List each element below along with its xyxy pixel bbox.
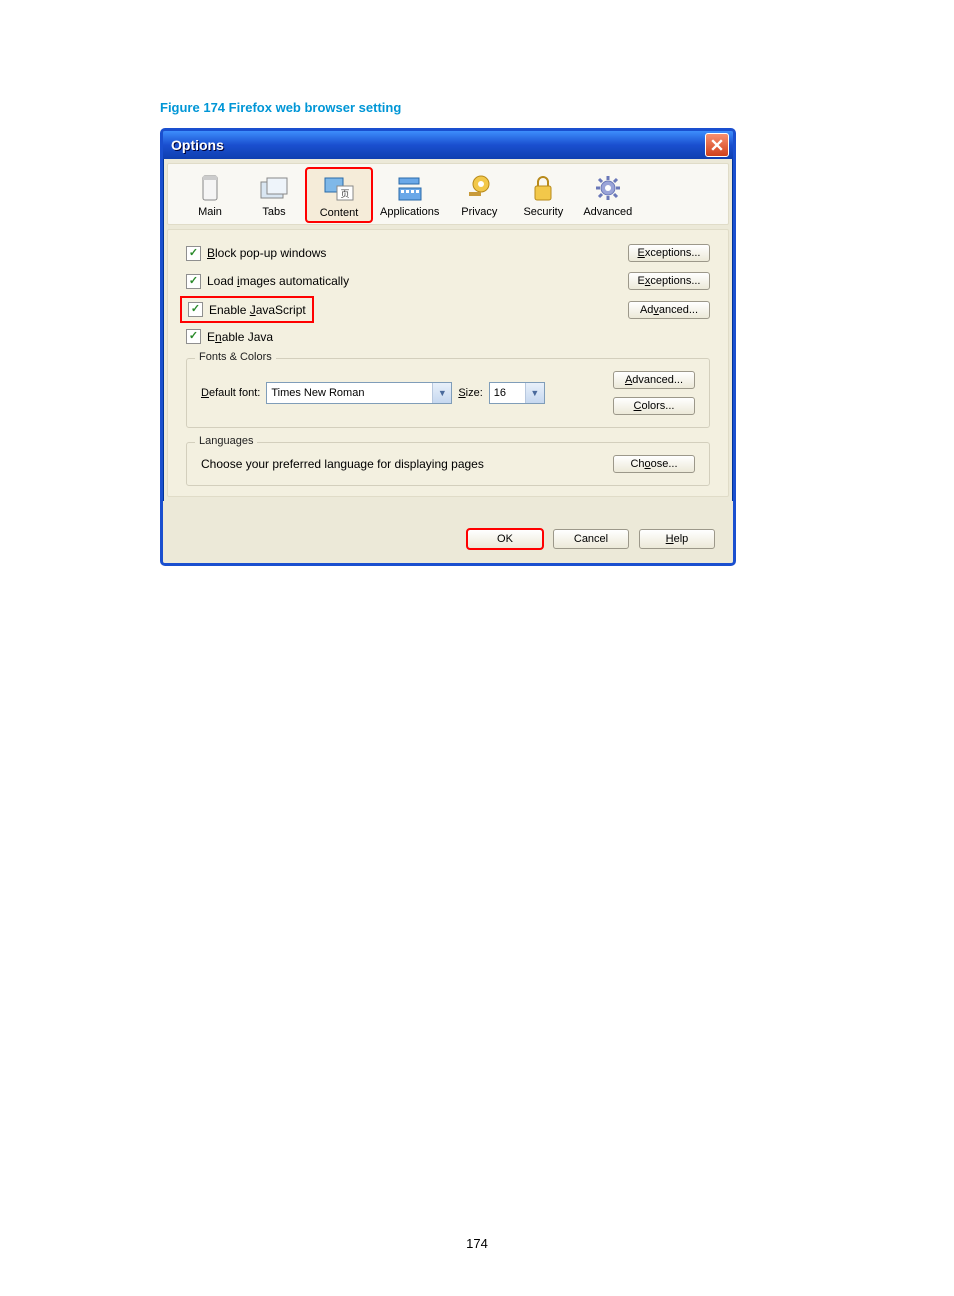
tab-security[interactable]: Security <box>511 168 575 222</box>
load-images-row: Load images automatically Exceptions... <box>186 272 710 290</box>
page-number: 174 <box>0 1236 954 1251</box>
cancel-button[interactable]: Cancel <box>553 529 629 549</box>
figure-caption: Figure 174 Firefox web browser setting <box>160 100 401 115</box>
enable-js-row: Enable JavaScript Advanced... <box>186 300 710 319</box>
images-exceptions-button[interactable]: Exceptions... <box>628 272 710 290</box>
block-popups-row: Block pop-up windows Exceptions... <box>186 244 710 262</box>
languages-choose-button[interactable]: Choose... <box>613 455 695 473</box>
load-images-checkbox[interactable] <box>186 274 201 289</box>
load-images-label: Load images automatically <box>207 274 349 288</box>
size-label: Size: <box>458 387 482 399</box>
enable-java-checkbox[interactable] <box>186 329 201 344</box>
tab-label: Content <box>320 207 359 219</box>
titlebar: Options <box>163 131 733 159</box>
enable-js-label: Enable JavaScript <box>209 303 306 317</box>
default-font-label: Default font: <box>201 387 260 399</box>
security-icon <box>527 172 559 204</box>
close-button[interactable] <box>705 133 729 157</box>
default-font-value: Times New Roman <box>271 387 364 399</box>
popups-exceptions-button[interactable]: Exceptions... <box>628 244 710 262</box>
applications-icon <box>394 172 426 204</box>
tab-label: Security <box>523 206 563 218</box>
window-title: Options <box>171 137 224 153</box>
enable-js-checkbox[interactable] <box>188 302 203 317</box>
tab-applications[interactable]: Applications <box>372 168 447 222</box>
languages-text: Choose your preferred language for displ… <box>201 457 484 471</box>
content-panel: Block pop-up windows Exceptions... Load … <box>167 229 729 497</box>
colors-button[interactable]: Colors... <box>613 397 695 415</box>
js-advanced-button[interactable]: Advanced... <box>628 301 710 319</box>
font-size-select[interactable]: 16 ▼ <box>489 382 545 404</box>
font-size-value: 16 <box>494 387 506 399</box>
fonts-advanced-button[interactable]: Advanced... <box>613 371 695 389</box>
help-button[interactable]: Help <box>639 529 715 549</box>
privacy-icon <box>463 172 495 204</box>
svg-text:页: 页 <box>340 189 349 199</box>
fonts-colors-legend: Fonts & Colors <box>195 351 276 363</box>
close-icon <box>711 139 723 151</box>
main-icon <box>194 172 226 204</box>
default-font-select[interactable]: Times New Roman ▼ <box>266 382 452 404</box>
dropdown-icon: ▼ <box>525 383 544 403</box>
tab-label: Privacy <box>461 206 497 218</box>
tab-privacy[interactable]: Privacy <box>447 168 511 222</box>
tab-main[interactable]: Main <box>178 168 242 222</box>
tab-label: Applications <box>380 206 439 218</box>
dropdown-icon: ▼ <box>432 383 451 403</box>
dialog-button-row: OK Cancel Help <box>163 501 733 563</box>
block-popups-label: Block pop-up windows <box>207 246 326 260</box>
tab-label: Main <box>198 206 222 218</box>
ok-button[interactable]: OK <box>467 529 543 549</box>
block-popups-checkbox[interactable] <box>186 246 201 261</box>
tab-advanced[interactable]: Advanced <box>575 168 640 222</box>
content-icon: 页 <box>323 173 355 205</box>
block-popups-text: lock pop-up windows <box>215 246 326 260</box>
tab-tabs[interactable]: Tabs <box>242 168 306 222</box>
tab-label: Advanced <box>583 206 632 218</box>
options-dialog: Options Main Tabs 页 Content <box>160 128 736 566</box>
languages-legend: Languages <box>195 435 257 447</box>
tab-content[interactable]: 页 Content <box>306 168 372 222</box>
category-toolbar: Main Tabs 页 Content Applications Privacy <box>167 163 729 225</box>
advanced-icon <box>592 172 624 204</box>
tabs-icon <box>258 172 290 204</box>
enable-java-label: Enable Java <box>207 330 273 344</box>
fonts-colors-group: Fonts & Colors Default font: Times New R… <box>186 358 710 428</box>
languages-group: Languages Choose your preferred language… <box>186 442 710 486</box>
tab-label: Tabs <box>262 206 285 218</box>
enable-java-row: Enable Java <box>186 329 710 344</box>
